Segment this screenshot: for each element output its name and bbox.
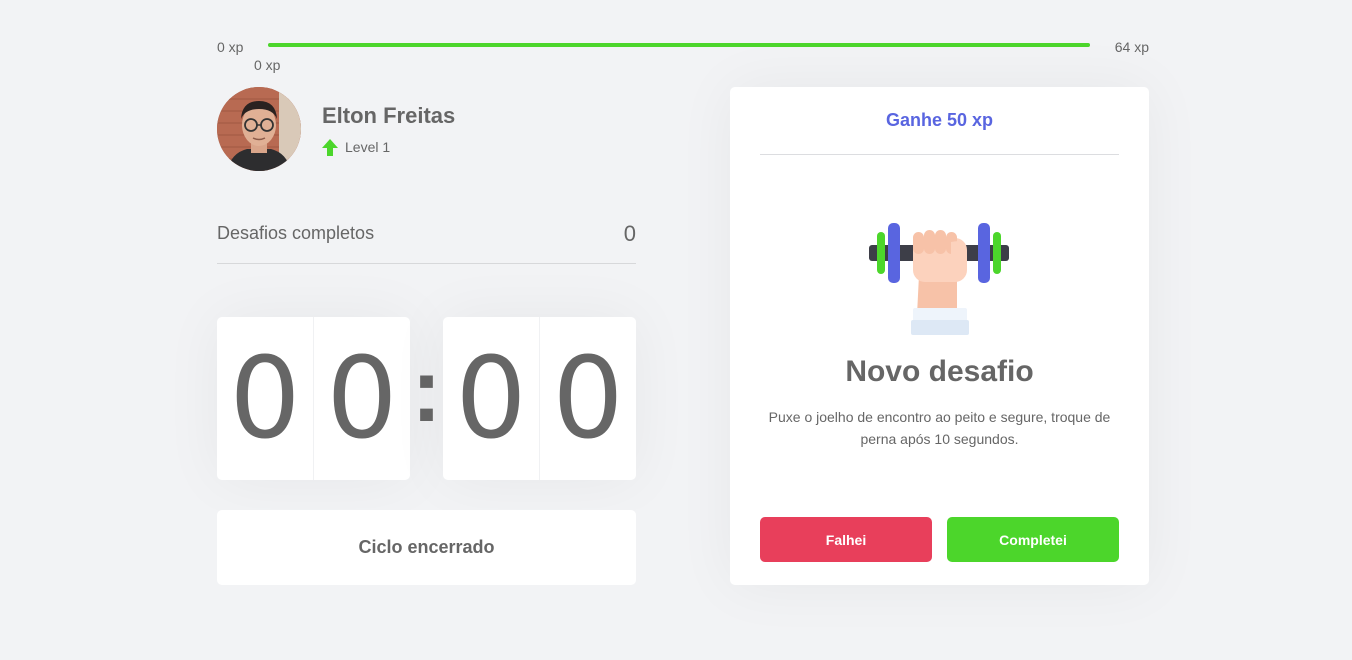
xp-progress-track (268, 43, 1090, 47)
minutes-block: 0 0 (217, 317, 410, 480)
experience-bar: 0 xp 0 xp 64 xp (217, 37, 1149, 73)
xp-progress-fill (268, 43, 1090, 47)
seconds-ones-digit: 0 (552, 333, 624, 464)
dumbbell-icon (869, 223, 1009, 335)
xp-min-label: 0 xp (217, 39, 244, 55)
profile-info: Elton Freitas Level 1 (322, 103, 455, 156)
profile-name: Elton Freitas (322, 102, 456, 128)
cycle-ended-button[interactable]: Ciclo encerrado (217, 510, 636, 585)
countdown-separator: : (411, 341, 442, 441)
xp-max-label: 64 xp (1114, 39, 1149, 55)
minutes-tens-digit: 0 (217, 317, 314, 480)
challenge-reward: Ganhe 50 xp (760, 87, 1119, 155)
challenge-title: Novo desafio (845, 355, 1034, 388)
profile-level: Level 1 (322, 138, 455, 156)
xp-current-label: 0 xp (254, 57, 281, 73)
challenge-actions: Falhei Completei (760, 517, 1119, 562)
countdown: 0 0 : 0 0 (217, 317, 636, 480)
level-label: Level 1 (345, 139, 391, 155)
challenge-card: Ganhe 50 xp Novo desafio Puxe o joelho d… (730, 87, 1149, 585)
challenge-description: Puxe o joelho de encontro ao peito e seg… (768, 409, 1111, 447)
profile: Elton Freitas Level 1 (217, 87, 455, 171)
avatar (217, 87, 301, 171)
seconds-tens-digit: 0 (443, 317, 540, 480)
completed-challenges-label: Desafios completos (217, 223, 375, 243)
completed-challenges: Desafios completos 0 (217, 220, 636, 264)
minutes-ones-digit: 0 (326, 333, 398, 464)
fail-button[interactable]: Falhei (760, 517, 932, 562)
completed-challenges-count: 0 (623, 221, 636, 246)
complete-button[interactable]: Completei (947, 517, 1119, 562)
avatar-image (217, 87, 301, 171)
level-up-icon (322, 138, 338, 156)
seconds-block: 0 0 (443, 317, 636, 480)
